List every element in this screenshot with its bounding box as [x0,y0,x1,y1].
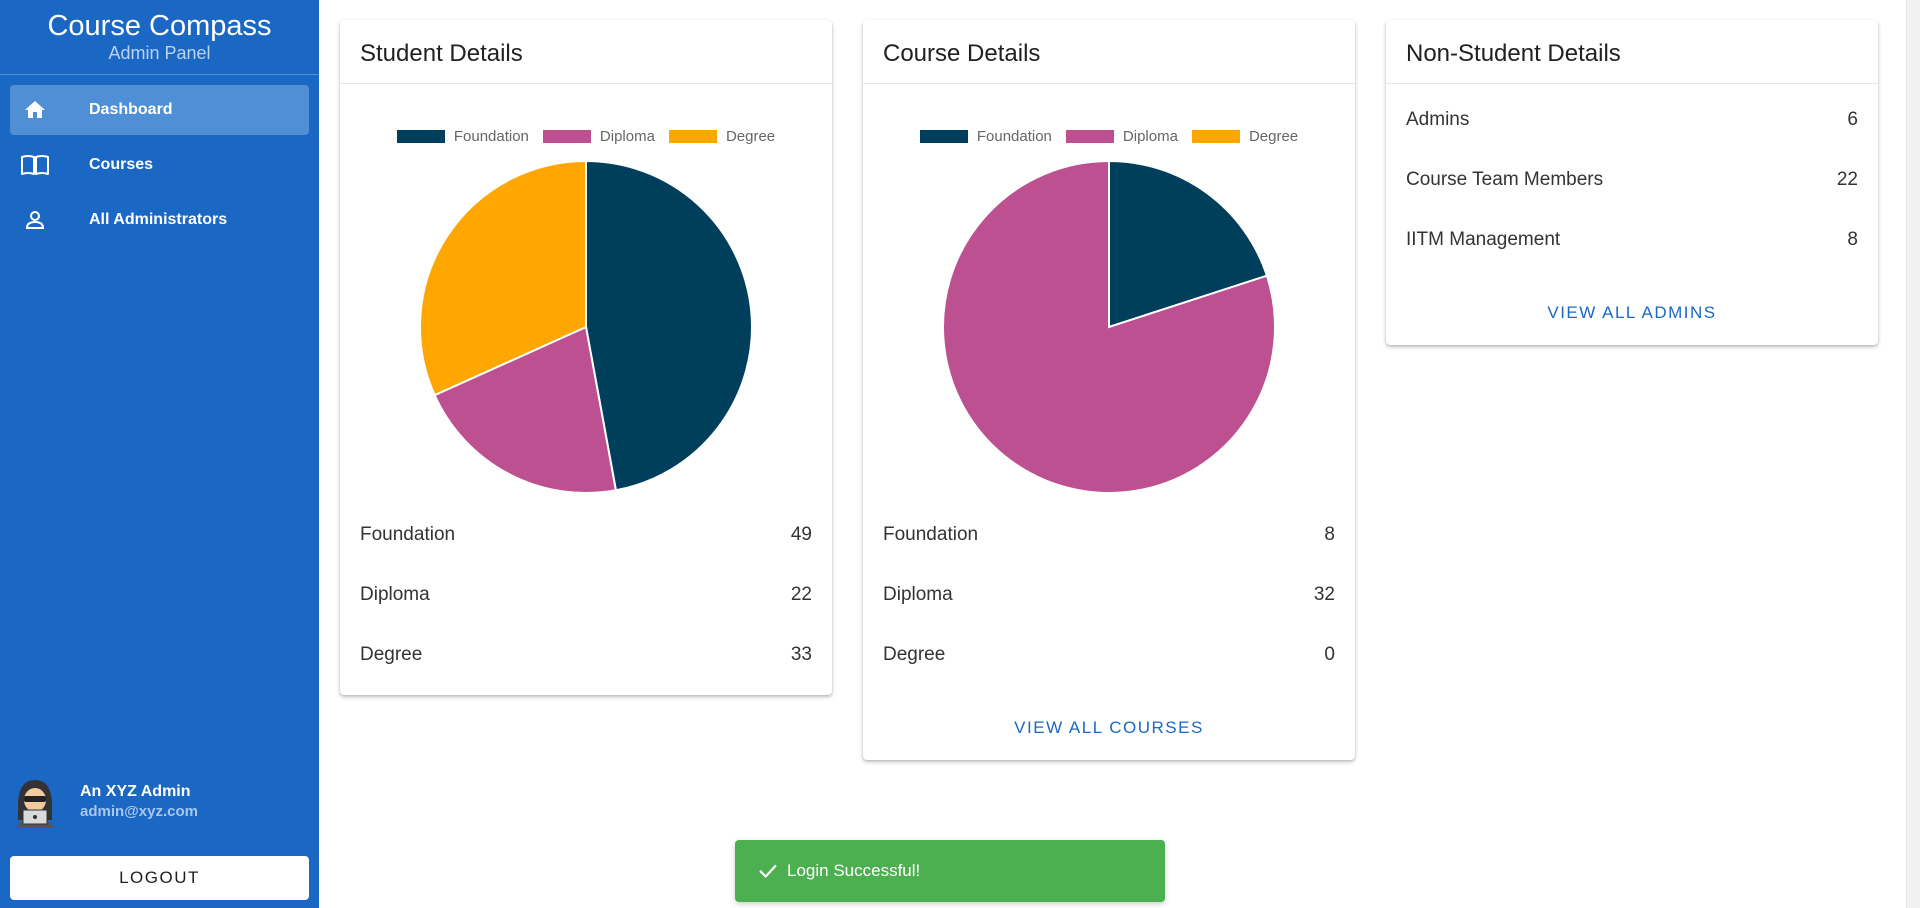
sidebar-item-label: Courses [89,156,154,173]
student-pie-chart [419,159,753,494]
stat-label: Degree [883,644,946,665]
stat-value: 33 [790,644,812,665]
user-profile: An XYZ Admin admin@xyz.com [14,776,198,828]
stat-label: Degree [360,644,423,665]
card-title: Non-Student Details [1386,20,1878,84]
user-name: An XYZ Admin [80,783,191,800]
stat-value: 0 [1324,644,1335,665]
view-all-admins-button[interactable]: VIEW ALL ADMINS [1386,303,1878,323]
stat-value: 8 [1324,524,1335,545]
chart-legend: Foundation Diploma Degree [863,128,1355,145]
sidebar-item-all-administrators[interactable]: All Administrators [10,195,309,245]
card-title: Student Details [340,20,832,84]
person-icon [10,208,60,232]
stat-row-diploma: Diploma 32 [883,580,1335,610]
sidebar-item-courses[interactable]: Courses [10,140,309,190]
page-scrollbar[interactable] [1906,0,1920,908]
legend-label: Degree [725,128,776,145]
stat-row-foundation: Foundation 49 [360,520,812,550]
book-icon [10,153,60,177]
home-icon [10,98,60,122]
stat-label: Diploma [883,584,953,605]
stat-row-course-team-members: Course Team Members 22 [1406,165,1858,195]
legend-label: Foundation [976,128,1052,145]
view-all-courses-button[interactable]: VIEW ALL COURSES [863,718,1355,738]
sidebar-item-dashboard[interactable]: Dashboard [10,85,309,135]
stat-label: Course Team Members [1406,169,1604,190]
stat-label: Admins [1406,109,1470,130]
stat-row-foundation: Foundation 8 [883,520,1335,550]
stat-value: 22 [790,584,812,605]
stat-value: 22 [1836,169,1858,190]
user-email: admin@xyz.com [80,803,198,820]
stat-label: IITM Management [1406,229,1561,250]
avatar [14,776,56,828]
app-title: Course Compass [47,10,272,42]
stat-row-admins: Admins 6 [1406,105,1858,135]
student-details-card: Student Details Foundation Diploma Degre… [340,20,832,695]
legend-item-diploma[interactable]: Diploma [1065,128,1178,145]
card-title: Course Details [863,20,1355,84]
legend-label: Foundation [453,128,529,145]
legend-swatch [1065,130,1114,143]
sidebar-nav: Dashboard Courses All Administrators [0,75,319,245]
legend-label: Diploma [599,128,655,145]
stat-label: Foundation [883,524,979,545]
legend-item-diploma[interactable]: Diploma [542,128,655,145]
legend-item-degree[interactable]: Degree [668,128,776,145]
legend-label: Degree [1248,128,1299,145]
brand: Course Compass Admin Panel [0,0,319,75]
stat-value: 49 [790,524,812,545]
legend-swatch [542,130,591,143]
legend-item-foundation[interactable]: Foundation [919,128,1052,145]
check-icon [757,860,779,882]
legend-swatch [396,130,445,143]
app-subtitle: Admin Panel [108,43,211,63]
non-student-details-card: Non-Student Details Admins 6 Course Team… [1386,20,1878,345]
logout-button[interactable]: LOGOUT [10,856,309,900]
stat-row-diploma: Diploma 22 [360,580,812,610]
pie-slice-foundation[interactable] [585,159,753,492]
legend-label: Diploma [1122,128,1178,145]
stat-value: 8 [1847,229,1858,250]
toast-message: Login Successful! [787,861,921,880]
legend-item-degree[interactable]: Degree [1191,128,1299,145]
stat-row-iitm-management: IITM Management 8 [1406,225,1858,255]
stat-value: 6 [1847,109,1858,130]
sidebar-item-label: Dashboard [89,101,173,118]
course-pie-chart [942,159,1276,494]
legend-swatch [668,130,717,143]
course-details-card: Course Details Foundation Diploma Degree… [863,20,1355,760]
stat-label: Diploma [360,584,430,605]
legend-swatch [919,130,968,143]
chart-legend: Foundation Diploma Degree [340,128,832,145]
success-toast: Login Successful! [735,840,1165,902]
stat-row-degree: Degree 33 [360,640,812,670]
legend-item-foundation[interactable]: Foundation [396,128,529,145]
sidebar-item-label: All Administrators [89,211,228,228]
stat-label: Foundation [360,524,456,545]
stat-row-degree: Degree 0 [883,640,1335,670]
sidebar: Course Compass Admin Panel Dashboard Cou… [0,0,319,908]
stat-value: 32 [1313,584,1335,605]
legend-swatch [1191,130,1240,143]
